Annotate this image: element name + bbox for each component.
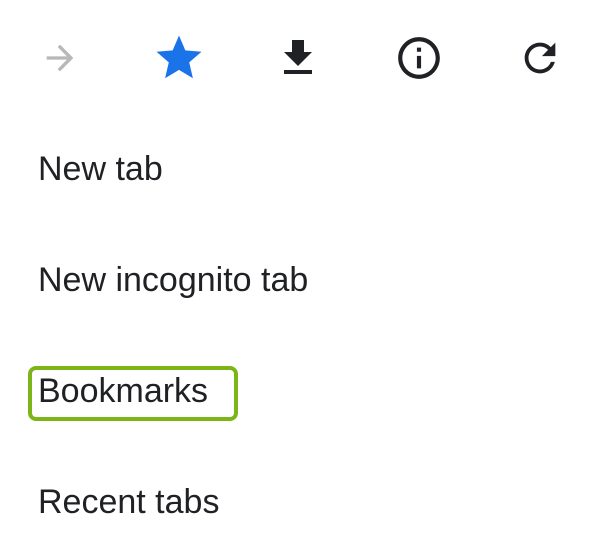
menu-item-recent-tabs[interactable]: Recent tabs: [0, 451, 600, 551]
info-icon: [398, 37, 440, 79]
menu-item-label: Recent tabs: [38, 483, 220, 521]
menu-toolbar: [0, 0, 600, 118]
download-icon: [284, 40, 312, 74]
menu-item-bookmarks[interactable]: Bookmarks: [0, 340, 600, 440]
forward-button[interactable]: [30, 28, 90, 88]
menu-item-new-tab[interactable]: New tab: [0, 118, 600, 218]
download-button[interactable]: [268, 28, 328, 88]
menu-item-new-incognito-tab[interactable]: New incognito tab: [0, 229, 600, 329]
menu-item-label: Bookmarks: [38, 372, 209, 410]
bookmark-star-button[interactable]: [149, 28, 209, 88]
menu-item-label: New tab: [38, 150, 163, 188]
menu-item-label: New incognito tab: [38, 261, 309, 299]
refresh-icon: [524, 42, 556, 74]
page-info-button[interactable]: [389, 28, 449, 88]
arrow-forward-icon: [46, 44, 74, 72]
refresh-button[interactable]: [510, 28, 570, 88]
star-icon: [156, 35, 202, 79]
